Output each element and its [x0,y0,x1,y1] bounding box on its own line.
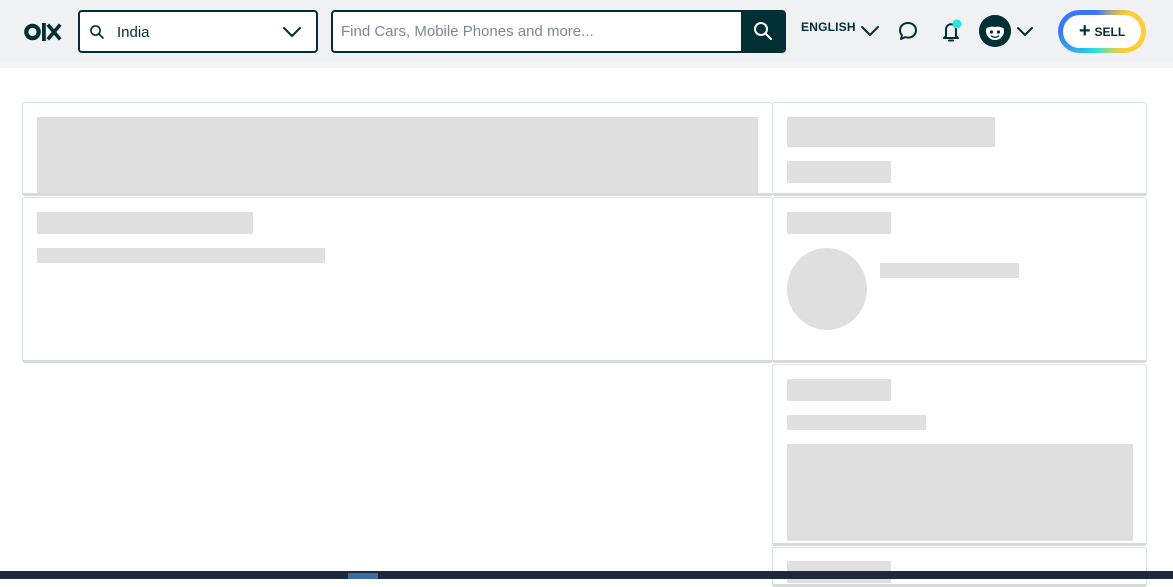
search-bar [331,10,786,53]
skeleton-avatar [787,248,867,330]
location-value: India [117,24,150,41]
skeleton-block [787,415,926,430]
chevron-down-icon[interactable] [859,20,881,42]
taskbar-active-app[interactable] [348,573,378,579]
skeleton-block [37,117,758,193]
header-divider [0,62,1173,68]
skeleton-block [37,248,325,263]
skeleton-image-card [22,102,773,196]
skeleton-extra-card [772,547,1147,587]
olx-logo[interactable] [24,18,64,46]
chevron-down-icon[interactable] [1015,21,1035,41]
skeleton-seller-card [772,197,1147,363]
skeleton-block [787,212,891,234]
skeleton-location-card [772,364,1147,546]
skeleton-block [787,379,891,401]
language-selector[interactable]: ENGLISH [801,20,856,42]
sell-label: SELL [1094,24,1126,39]
search-button[interactable] [741,12,784,51]
os-taskbar [0,571,1173,579]
top-navbar: India ENGLISH [0,0,1173,62]
bell-icon[interactable] [940,18,964,44]
chat-icon[interactable] [896,19,920,43]
chevron-down-icon[interactable] [282,22,302,42]
notification-dot [952,19,962,29]
skeleton-block [787,161,891,183]
skeleton-details-card [22,197,773,363]
skeleton-block [880,263,1019,278]
avatar[interactable] [979,15,1011,47]
sell-button[interactable]: + SELL [1058,10,1146,53]
search-input[interactable] [333,12,741,51]
skeleton-block [37,212,253,234]
skeleton-block [787,117,995,147]
skeleton-price-card [772,102,1147,196]
search-icon [89,24,105,40]
skeleton-map [787,444,1133,541]
plus-icon: + [1078,19,1091,42]
location-selector[interactable]: India [78,10,318,53]
